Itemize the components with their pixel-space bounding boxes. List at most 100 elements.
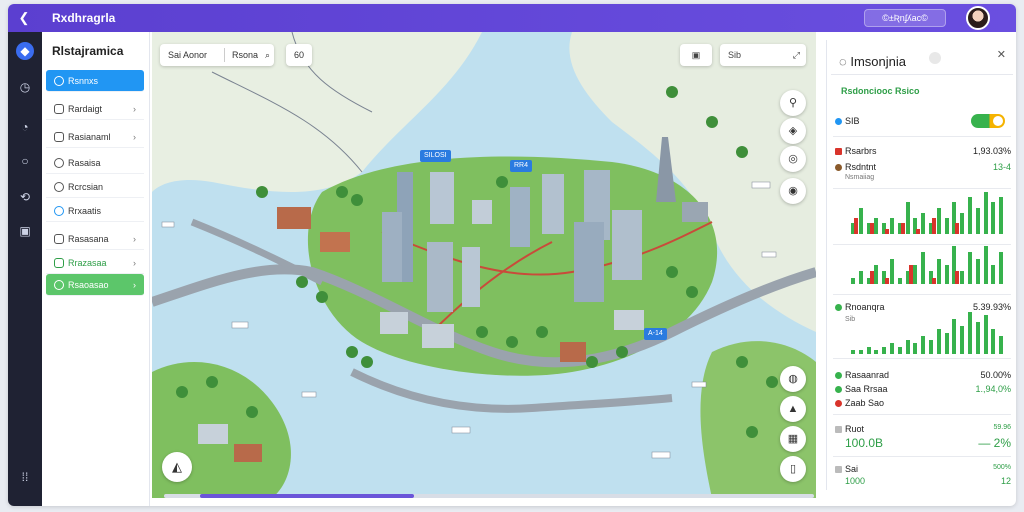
sidebar-item-1[interactable]: Rardaigt › <box>46 98 144 120</box>
building-icon[interactable]: ▲ <box>780 396 806 422</box>
image-icon[interactable]: ▣ <box>680 44 712 66</box>
grid-icon[interactable]: ▦ <box>780 426 806 452</box>
panel-title: ◌ Imsonjnia <box>839 54 906 69</box>
compass-icon[interactable]: ◎ <box>780 146 806 172</box>
top-action-button[interactable]: ©±Ʀnʄʎaᴄ© <box>864 9 946 27</box>
section-label: Rsdonciooc Rsico <box>841 86 920 96</box>
status-dot <box>835 118 842 125</box>
metric-value: 1,93.03% <box>972 146 1011 156</box>
chart-bar <box>921 213 926 234</box>
city-map <box>152 32 816 498</box>
chevron-right-icon: › <box>133 234 136 244</box>
go-button[interactable]: 60 <box>286 44 312 66</box>
map-search-input[interactable]: Sai Aonor Rsona ⌕ <box>160 44 274 66</box>
chart-bar <box>983 192 988 234</box>
details-panel: ◌ Imsonjnia ✕ Rsdonciooc Rsico SIB Rsarb… <box>826 40 1016 490</box>
chart-bar <box>905 202 910 234</box>
navigate-icon[interactable]: ◭ <box>162 452 192 482</box>
status-dot <box>835 164 842 171</box>
chart-bar <box>936 208 941 234</box>
sidebar-item-label: Rcrcsian <box>68 182 104 192</box>
map-tag-2[interactable]: A-14 <box>644 328 667 340</box>
sidebar: Rlstajramica Rsnnxs Rardaigt › Rasianaml ›… <box>42 32 150 506</box>
expand-icon[interactable]: ⤢ <box>793 44 800 66</box>
sidebar-item-2[interactable]: Rasianaml › <box>46 126 144 148</box>
box-icon <box>54 104 64 114</box>
status-dot <box>835 400 842 407</box>
chart-bar <box>905 340 910 354</box>
chart-bar <box>921 336 926 354</box>
total-right-top: 500% <box>993 464 1011 471</box>
sidebar-item-label: Rasianaml <box>68 132 111 142</box>
map-horizontal-scrollbar[interactable] <box>164 494 814 498</box>
check-icon <box>54 258 64 268</box>
chart-bar <box>885 278 890 284</box>
trash-icon[interactable]: ▯ <box>780 456 806 482</box>
map-tag-1[interactable]: RR4 <box>510 160 533 172</box>
chart-bar <box>913 265 918 284</box>
search-icon: ◌ <box>839 54 851 69</box>
chart-bar <box>991 265 996 284</box>
box-icon <box>54 132 64 142</box>
chart-bar <box>960 326 965 354</box>
sidebar-item-label: Rsaoasao <box>68 280 109 290</box>
sidebar-item-7[interactable]: Rrazasaa › <box>46 252 144 274</box>
chat-icon[interactable]: ◔ <box>16 118 34 136</box>
back-button[interactable]: ❮ <box>16 10 32 26</box>
status-dot <box>835 386 842 393</box>
pin-icon[interactable]: ⚲ <box>780 90 806 116</box>
sidebar-item-4[interactable]: Rcrcsian <box>46 176 144 198</box>
chart-bar <box>960 271 965 284</box>
divider <box>833 244 1011 245</box>
sidebar-title: Rlstajramica <box>52 44 124 58</box>
bar-chart-2 <box>851 246 1007 284</box>
sidebar-item-8[interactable]: Rsaoasao › <box>46 274 144 296</box>
sidebar-item-3[interactable]: Rasaisa <box>46 152 144 174</box>
chart-bar <box>975 322 980 354</box>
chart-bar <box>854 218 858 234</box>
grid-icon[interactable]: ⁞⁞ <box>16 468 34 486</box>
chevron-right-icon: › <box>133 280 136 290</box>
chart-bar <box>869 223 874 234</box>
chart-bar <box>929 340 933 354</box>
map-canvas[interactable]: SILOSI RR4 A-14 <box>152 32 816 498</box>
logo-icon[interactable]: ◆ <box>16 42 34 60</box>
search-secondary: Rsona <box>232 50 259 60</box>
avatar[interactable] <box>966 6 990 30</box>
clock-icon[interactable]: ◷ <box>16 78 34 96</box>
box-icon <box>54 234 64 244</box>
app-window: ❮ Rxdhragrla ©±Ʀnʄʎaᴄ© ◆ ◷ ◔ ○ ⟲ ▣ ⁞⁞ Rl… <box>8 4 1016 506</box>
chart-bar <box>874 265 879 284</box>
search-icon[interactable]: ⌕ <box>265 44 270 66</box>
circle-icon <box>54 76 64 86</box>
chart-bar <box>908 265 913 284</box>
layers-icon[interactable]: ◈ <box>780 118 806 144</box>
sidebar-item-0[interactable]: Rsnnxs <box>46 70 144 92</box>
target-icon[interactable]: ◍ <box>780 366 806 392</box>
chart-bar <box>851 350 855 354</box>
chart-bar <box>952 319 957 354</box>
close-icon[interactable]: ✕ <box>997 48 1006 61</box>
sidebar-item-6[interactable]: Rasasana › <box>46 228 144 250</box>
info-icon[interactable] <box>929 52 941 64</box>
scrollbar-thumb[interactable] <box>200 494 414 498</box>
comment-icon[interactable]: ○ <box>16 152 34 170</box>
image-icon[interactable]: ▣ <box>16 222 34 240</box>
chart-bar <box>983 246 988 284</box>
sidebar-item-label: Rardaigt <box>68 104 103 114</box>
location-icon[interactable]: ◉ <box>780 178 806 204</box>
total-right: 12 <box>1000 476 1011 486</box>
chart-bar <box>869 271 874 284</box>
share-icon[interactable]: ⟲ <box>16 188 34 206</box>
search-placeholder: Sai Aonor <box>168 50 208 60</box>
map-tool-button[interactable]: Sib ⤢ <box>720 44 806 66</box>
sidebar-item-5[interactable]: Rrxaatis <box>46 200 144 222</box>
map-tag-0[interactable]: SILOSI <box>420 150 451 162</box>
total-label: Ruot <box>845 424 865 434</box>
smile-icon <box>54 182 64 192</box>
chart-bar <box>851 278 855 284</box>
sidebar-item-label: Rrxaatis <box>68 206 102 216</box>
chart-bar <box>932 218 936 234</box>
metric-value: 5.39.93% <box>972 302 1011 312</box>
status-toggle[interactable] <box>971 114 1005 128</box>
